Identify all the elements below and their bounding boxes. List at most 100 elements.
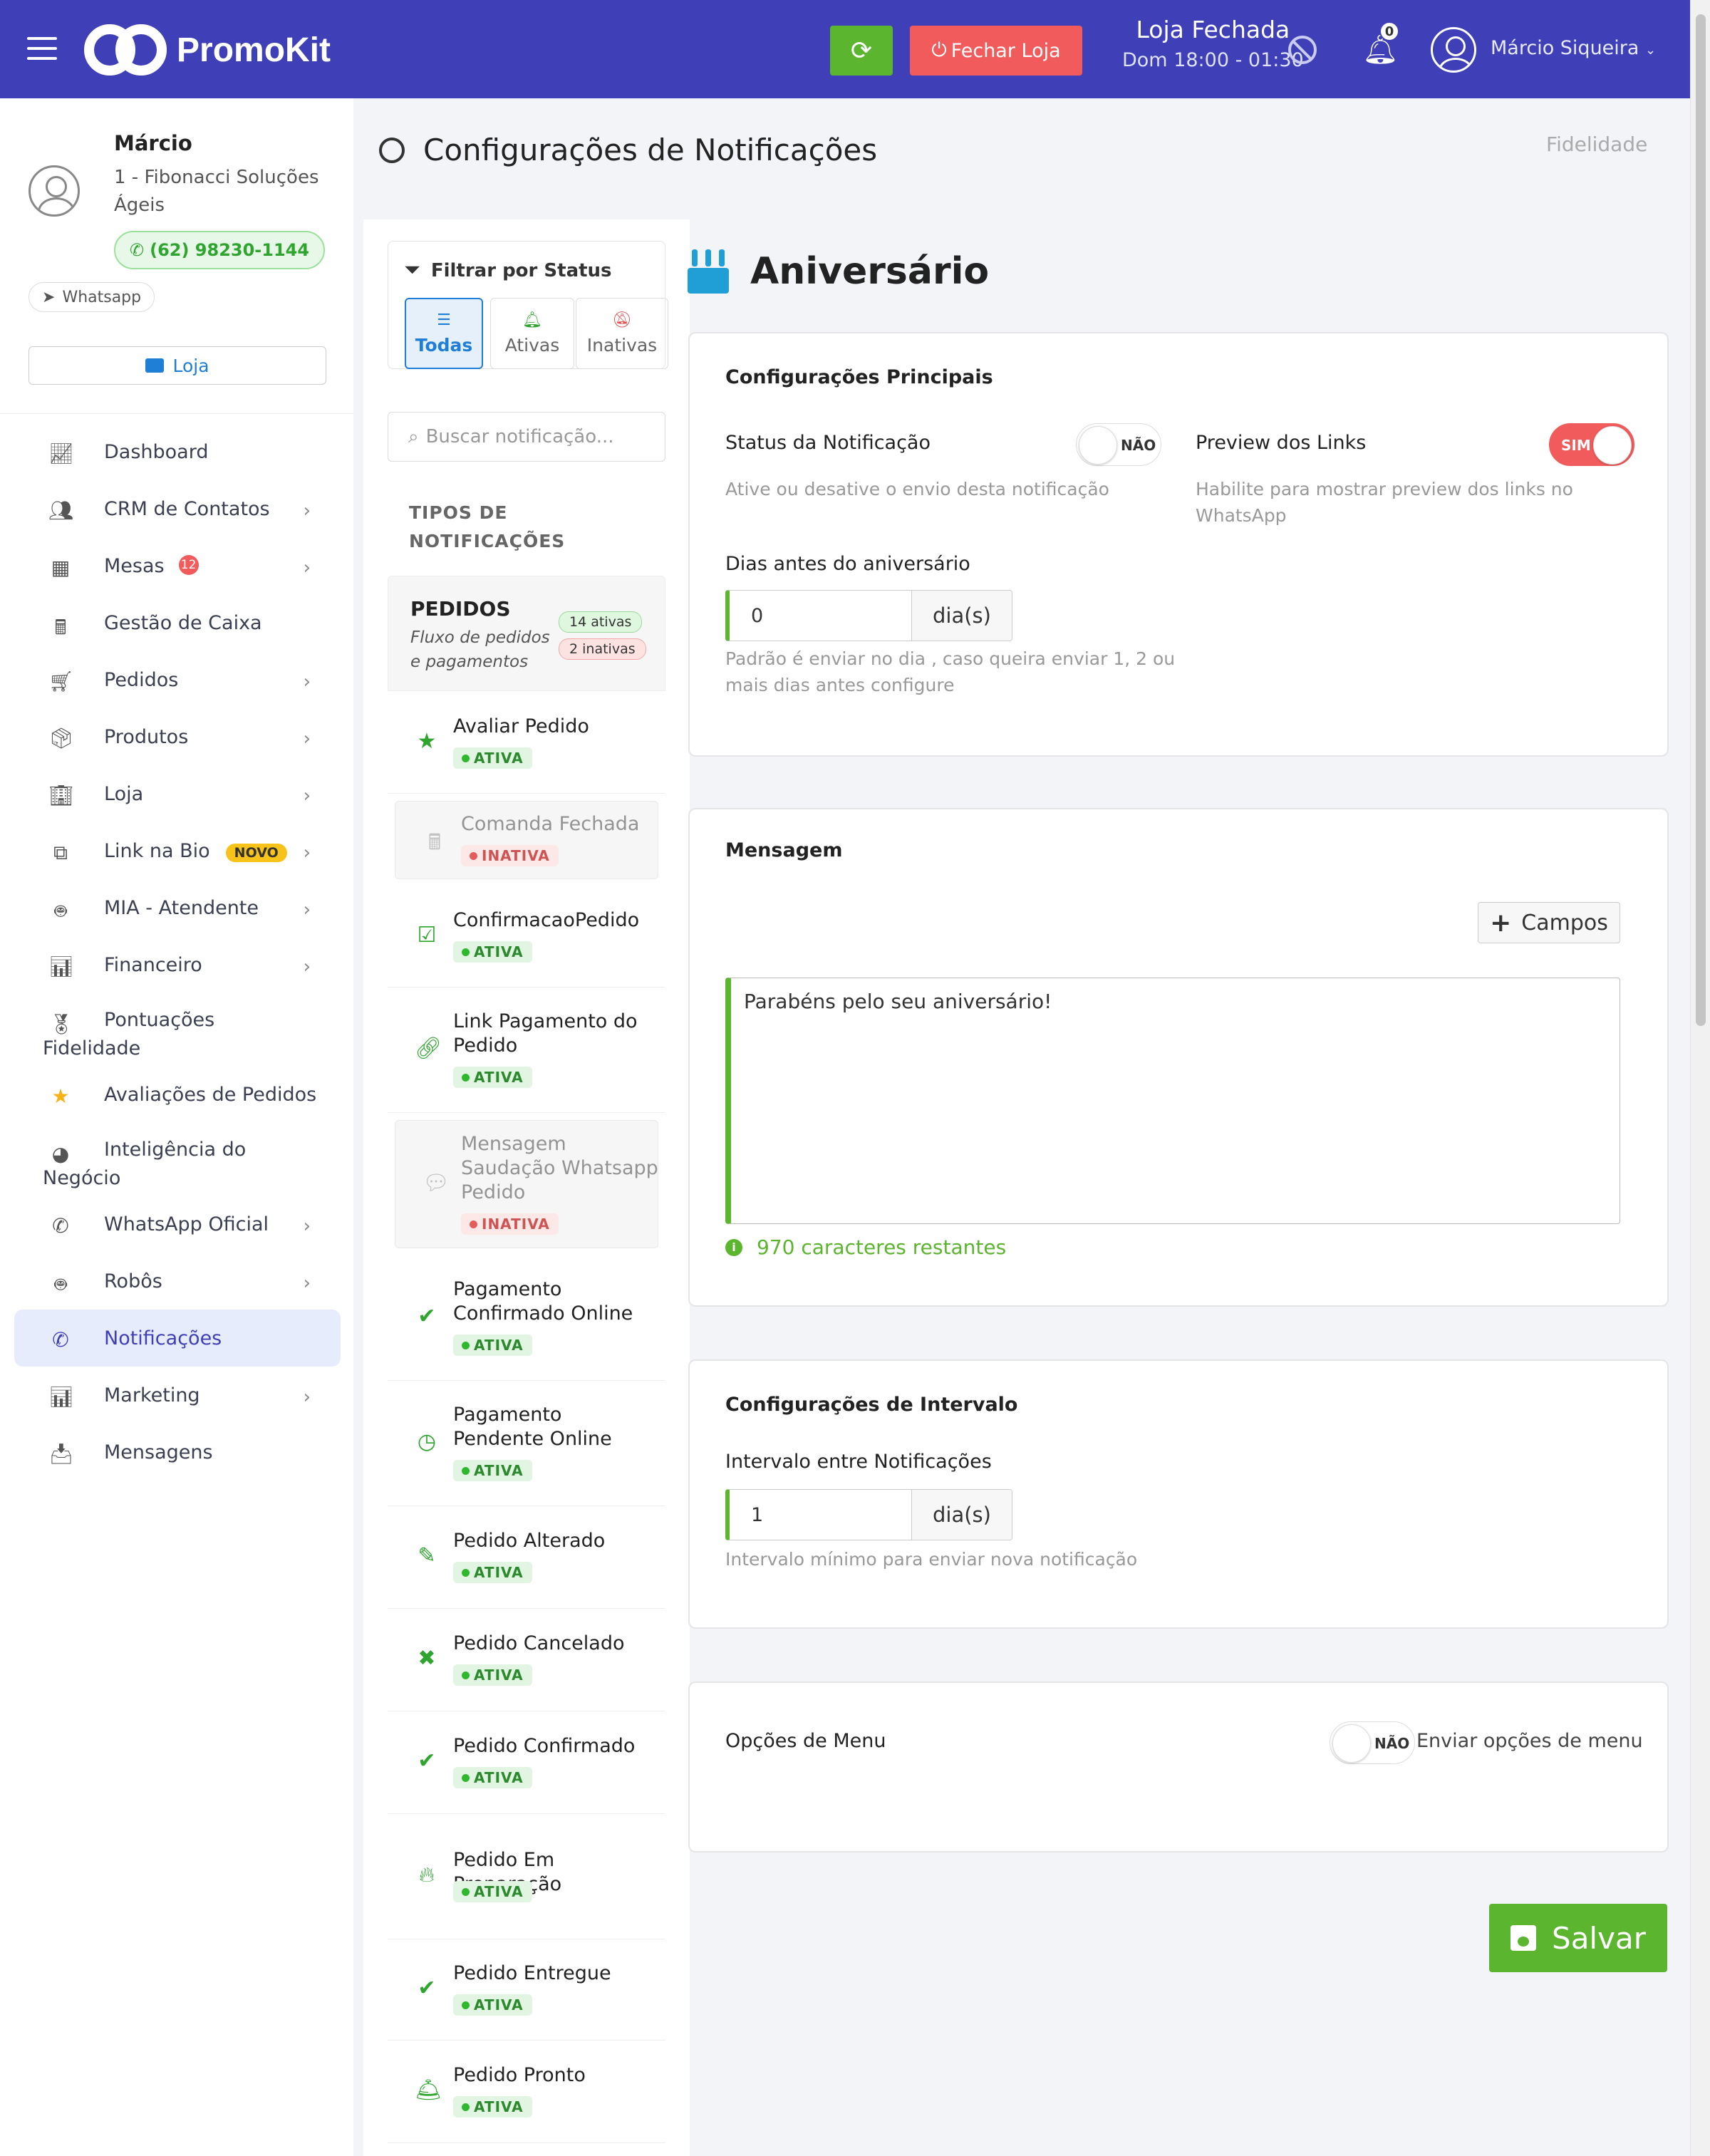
days-help-line1: Padrão é enviar no dia , caso queira env… xyxy=(725,648,1176,669)
chevron-right-icon: › xyxy=(303,956,311,978)
tab-ativas[interactable]: 🔔︎ Ativas xyxy=(490,298,574,369)
refresh-button[interactable]: ⟳ xyxy=(830,26,893,76)
check-circle-icon: ✔ xyxy=(418,1748,436,1773)
preview-help-line2: WhatsApp xyxy=(1196,505,1287,526)
breadcrumb[interactable]: Fidelidade xyxy=(1546,133,1647,156)
close-store-button[interactable]: ⏻ Fechar Loja xyxy=(910,26,1082,76)
status-text: ATIVA xyxy=(474,1996,524,2014)
fields-button[interactable]: + Campos xyxy=(1478,902,1620,943)
notification-item[interactable]: ◷ Pagamento Pendente Online ATIVA xyxy=(388,1381,665,1506)
status-badge: ATIVA xyxy=(453,1994,532,2016)
menu-options-toggle-label: Enviar opções de menu xyxy=(1416,1730,1643,1752)
scrollbar-thumb[interactable] xyxy=(1696,14,1706,1026)
active-count-badge: 14 ativas xyxy=(559,611,643,633)
sidebar-item-gestão-de-caixa[interactable]: 🖩 Gestão de Caixa xyxy=(14,594,341,651)
brand-logo[interactable]: PromoKit xyxy=(84,24,331,76)
x-circle-icon: ✖ xyxy=(418,1646,436,1671)
tab-todas[interactable]: ☰ Todas xyxy=(405,298,483,369)
sidebar-item-robôs[interactable]: 🤖︎ Robôs › xyxy=(14,1253,341,1310)
status-text: ATIVA xyxy=(474,1337,524,1354)
chevron-right-icon: › xyxy=(303,728,311,750)
sidebar-item-label: Robôs xyxy=(104,1270,162,1292)
clock-icon: ◷ xyxy=(417,1429,437,1454)
notification-name: Comanda Fechada xyxy=(461,813,640,835)
sidebar-item-whatsapp-oficial[interactable]: ✆ WhatsApp Oficial › xyxy=(14,1196,341,1253)
chevron-right-icon: › xyxy=(303,671,311,693)
sidebar-item-notificações[interactable]: ✆ Notificações xyxy=(14,1310,341,1367)
sidebar-item-avaliações-de-pedidos[interactable]: ★ Avaliações de Pedidos xyxy=(14,1066,341,1123)
tab-inativas[interactable]: 🔕︎ Inativas xyxy=(576,298,668,369)
sidebar-item-crm-de-contatos[interactable]: 👥︎ CRM de Contatos › xyxy=(14,480,341,537)
close-store-label: Fechar Loja xyxy=(950,39,1061,62)
whatsapp-link[interactable]: ➤ Whatsapp xyxy=(28,282,155,312)
notification-item[interactable]: 🛎︎ Pedido Pronto ATIVA xyxy=(388,2041,665,2143)
sidebar-item-inteligência-do[interactable]: ◕ Inteligência do Negócio xyxy=(14,1123,341,1196)
status-badge: INATIVA xyxy=(461,845,559,866)
interval-label: Intervalo entre Notificações xyxy=(725,1451,992,1473)
message-textarea[interactable]: Parabéns pelo seu aniversário! xyxy=(725,978,1620,1224)
notification-item[interactable]: ✔ Pedido Entregue ATIVA xyxy=(388,1939,665,2041)
notification-item[interactable]: ☑ ConfirmacaoPedido ATIVA xyxy=(388,886,665,988)
menu-options-toggle[interactable]: NÃO xyxy=(1330,1721,1415,1764)
status-text: ATIVA xyxy=(474,1069,524,1086)
clipboard-check-icon: ☑ xyxy=(417,923,437,948)
sidebar-item-mia-atendente[interactable]: 🤖︎ MIA - Atendente › xyxy=(14,879,341,936)
notification-item[interactable]: 🔗︎ Link Pagamento do Pedido ATIVA xyxy=(388,988,665,1113)
chevron-down-icon: ⌄ xyxy=(1645,43,1657,58)
notification-item[interactable]: ★ Avaliar Pedido ATIVA xyxy=(388,693,665,794)
chevron-right-icon: › xyxy=(303,899,311,921)
main-settings-card: Configurações Principais Status da Notif… xyxy=(688,332,1669,757)
sidebar-item-loja[interactable]: 🏢︎ Loja › xyxy=(14,765,341,822)
status-toggle[interactable]: NÃO xyxy=(1076,423,1161,466)
notification-item[interactable]: ✔ Pedido Confirmado ATIVA xyxy=(388,1711,665,1814)
sidebar-item-label: Marketing xyxy=(104,1384,200,1406)
sidebar-item-dashboard[interactable]: 📈︎ Dashboard xyxy=(14,423,341,480)
sidebar-item-link-na-bio[interactable]: ⧉ Link na Bio NOVO › xyxy=(14,822,341,879)
store-icon xyxy=(145,358,165,373)
save-button[interactable]: Salvar xyxy=(1489,1904,1667,1972)
sidebar-item-mensagens[interactable]: 📥︎ Mensagens xyxy=(14,1424,341,1481)
users-icon: 👥︎ xyxy=(48,499,74,522)
store-button[interactable]: Loja xyxy=(28,346,326,385)
phone-pill[interactable]: ✆ (62) 98230-1144 xyxy=(114,231,326,269)
page-scrollbar[interactable] xyxy=(1690,0,1710,2156)
sidebar-item-marketing[interactable]: 📊︎ Marketing › xyxy=(14,1367,341,1424)
sidebar-item-label: Mensagens xyxy=(104,1441,213,1463)
menu-options-toggle-text: NÃO xyxy=(1374,1735,1410,1752)
sidebar-item-label: Link na Bio NOVO xyxy=(104,840,287,862)
notification-item[interactable]: 🔥︎Pedido Em PreparaçãoATIVA xyxy=(388,1814,665,1939)
search-placeholder: Buscar notificação... xyxy=(425,426,614,447)
sidebar-item-label: Avaliações de Pedidos xyxy=(104,1083,317,1106)
floppy-disk-icon xyxy=(1510,1925,1537,1951)
user-name: Márcio Siqueira xyxy=(1491,37,1639,59)
status-text: ATIVA xyxy=(474,1564,524,1581)
sidebar-item-pontuações[interactable]: 🏅︎ Pontuações Fidelidade xyxy=(14,993,341,1066)
chevron-right-icon: › xyxy=(303,500,311,522)
notification-item[interactable]: 🖩 Comanda Fechada INATIVA xyxy=(395,801,658,879)
search-input[interactable]: ⌕ Buscar notificação... xyxy=(388,412,665,462)
sidebar-divider xyxy=(0,413,353,414)
whatsapp-icon: ✆ xyxy=(52,1214,69,1238)
preview-links-toggle[interactable]: SIM xyxy=(1549,423,1634,466)
sidebar-item-financeiro[interactable]: 📊︎ Financeiro › xyxy=(14,936,341,993)
status-badge: ATIVA xyxy=(453,2096,532,2118)
status-badge: ATIVA xyxy=(453,1664,532,1686)
interval-input[interactable]: 1 xyxy=(730,1490,912,1540)
menu-options-card: Opções de Menu NÃO Enviar opções de menu xyxy=(688,1681,1669,1852)
user-avatar-icon[interactable] xyxy=(1431,27,1476,73)
notification-name: Pedido Entregue xyxy=(453,1962,611,1984)
sidebar-item-pedidos[interactable]: 🛒︎ Pedidos › xyxy=(14,651,341,708)
notification-item[interactable]: 💬︎ Mensagem Saudação Whatsapp Pedido INATI… xyxy=(395,1120,658,1248)
notification-item[interactable]: ✔ Pagamento Confirmado Online ATIVA xyxy=(388,1255,665,1381)
message-card: Mensagem + Campos Parabéns pelo seu aniv… xyxy=(688,808,1669,1307)
list-icon: ☰ xyxy=(437,311,451,329)
hamburger-menu-icon[interactable] xyxy=(27,37,57,67)
user-menu[interactable]: Márcio Siqueira ⌄ xyxy=(1491,37,1656,59)
preview-links-help: Habilite para mostrar preview dos links … xyxy=(1196,476,1573,529)
sidebar-item-mesas[interactable]: ▦ Mesas 12 › xyxy=(14,537,341,594)
days-before-input[interactable]: 0 xyxy=(730,591,912,641)
notification-name: Pedido Cancelado xyxy=(453,1632,625,1654)
notification-item[interactable]: ✎ Pedido Alterado ATIVA xyxy=(388,1506,665,1609)
notification-item[interactable]: ✖ Pedido Cancelado ATIVA xyxy=(388,1609,665,1711)
sidebar-item-produtos[interactable]: 📦︎ Produtos › xyxy=(14,708,341,765)
